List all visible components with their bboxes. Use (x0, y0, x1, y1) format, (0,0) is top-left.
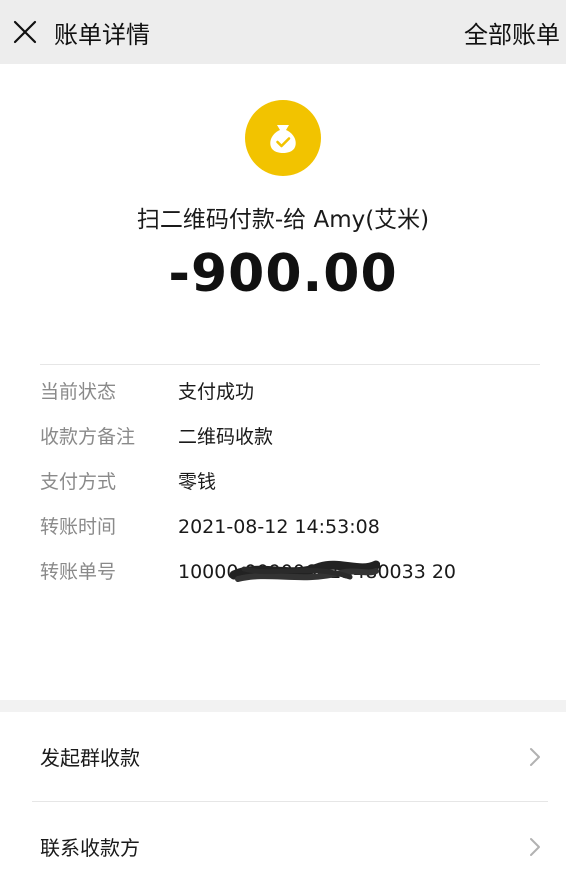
detail-label: 支付方式 (40, 471, 117, 493)
transaction-amount: -900.00 (168, 244, 398, 304)
transaction-id-value: 10000 009006415480033 20 (178, 560, 534, 584)
detail-label: 转账单号 (40, 561, 117, 583)
start-group-collection-item[interactable]: 发起群收款 (0, 712, 566, 801)
chevron-right-icon (530, 747, 540, 766)
detail-value: 2021-08-12 14:53:08 (178, 516, 380, 538)
detail-row-status: 当前状态 支付成功 (40, 381, 540, 404)
chevron-right-icon (530, 837, 540, 856)
menu-item-label: 发起群收款 (40, 746, 140, 770)
action-menu: 发起群收款 联系收款方 (0, 712, 566, 886)
section-gap (0, 700, 566, 712)
detail-value: 支付成功 (178, 381, 255, 403)
app-header: 账单详情 全部账单 (0, 0, 566, 64)
contact-payee-item[interactable]: 联系收款方 (0, 802, 566, 886)
detail-row-payment-method: 支付方式 零钱 (40, 471, 540, 494)
detail-label: 收款方备注 (40, 426, 136, 448)
detail-label: 当前状态 (40, 381, 117, 403)
page-title: 账单详情 (54, 20, 150, 49)
detail-value: 零钱 (178, 471, 217, 493)
detail-row-transfer-time: 转账时间 2021-08-12 14:53:08 (40, 516, 540, 539)
money-bag-check-icon (245, 100, 321, 176)
redaction-scribble (230, 560, 380, 582)
transaction-description: 扫二维码付款-给 Amy(艾米) (136, 207, 430, 233)
header-left: 账单详情 (12, 15, 150, 50)
menu-item-label: 联系收款方 (40, 836, 140, 860)
detail-row-payee-note: 收款方备注 二维码收款 (40, 426, 540, 449)
all-bills-link[interactable]: 全部账单 (464, 15, 560, 50)
close-icon[interactable] (12, 19, 38, 45)
detail-row-transaction-id: 转账单号 10000 009006415480033 20 (40, 560, 540, 584)
details-list: 当前状态 支付成功 收款方备注 二维码收款 支付方式 零钱 转账时间 2021-… (0, 365, 566, 584)
detail-label: 转账时间 (40, 516, 117, 538)
detail-value: 二维码收款 (178, 426, 274, 448)
bill-detail-card: 扫二维码付款-给 Amy(艾米) -900.00 当前状态 支付成功 收款方备注… (0, 64, 566, 700)
